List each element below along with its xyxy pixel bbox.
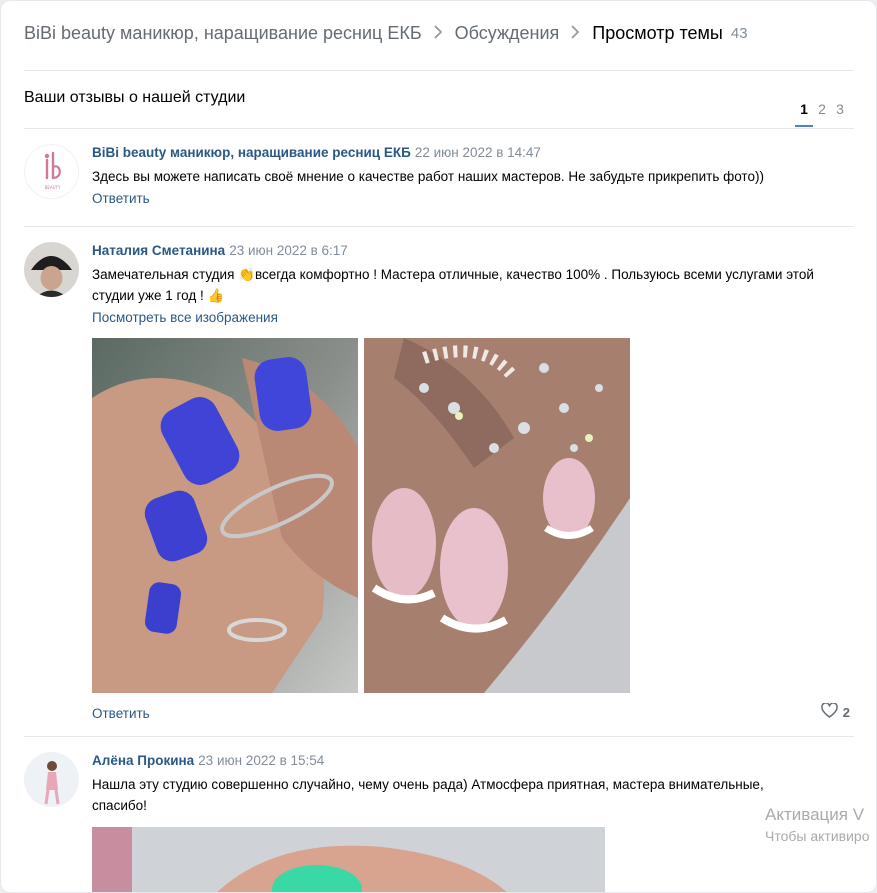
like-count: 2 xyxy=(842,704,850,720)
user-photo-icon xyxy=(24,752,79,807)
photo-blue-nails[interactable] xyxy=(92,338,358,693)
post-body: BiBi beauty маникюр, наращивание ресниц … xyxy=(92,144,854,208)
photo-green-nails[interactable] xyxy=(92,827,605,892)
chevron-right-icon xyxy=(434,23,443,44)
post-header: Наталия Сметанина 23 июн 2022 в 6:17 xyxy=(92,242,854,260)
divider xyxy=(24,226,854,227)
photo-french-nails[interactable] xyxy=(364,338,630,693)
avatar[interactable] xyxy=(24,752,79,807)
avatar[interactable]: BEAUTY xyxy=(24,144,79,199)
discussion-card: BiBi beauty маникюр, наращивание ресниц … xyxy=(0,0,877,893)
like-button[interactable]: 2 xyxy=(821,702,850,721)
post-body: Наталия Сметанина 23 июн 2022 в 6:17 Заме… xyxy=(92,242,854,327)
activation-watermark: Активация V Чтобы активиро xyxy=(765,805,869,844)
post-date[interactable]: 22 июн 2022 в 14:47 xyxy=(415,145,541,160)
breadcrumb-group-link[interactable]: BiBi beauty маникюр, наращивание ресниц … xyxy=(24,23,422,44)
clap-emoji-icon: 👏 xyxy=(238,267,255,282)
divider xyxy=(24,736,854,737)
avatar[interactable] xyxy=(24,242,79,297)
post-body: Алёна Прокина 23 июн 2022 в 15:54 Нашла э… xyxy=(92,752,854,816)
post-text: Нашла эту студию совершенно случайно, че… xyxy=(92,777,764,813)
pagination: 1 2 3 xyxy=(795,101,849,127)
author-link[interactable]: BiBi beauty маникюр, наращивание ресниц … xyxy=(92,145,411,160)
post-text-part: Замечательная студия xyxy=(92,267,239,282)
author-link[interactable]: Алёна Прокина xyxy=(92,753,194,768)
post: BEAUTY BiBi beauty маникюр, наращивание … xyxy=(24,144,854,214)
brand-logo-icon: BEAUTY xyxy=(45,151,61,190)
breadcrumb: BiBi beauty маникюр, наращивание ресниц … xyxy=(24,23,748,44)
post: Наталия Сметанина 23 июн 2022 в 6:17 Заме… xyxy=(24,242,854,722)
heart-icon xyxy=(821,702,838,721)
post: Алёна Прокина 23 июн 2022 в 15:54 Нашла э… xyxy=(24,752,854,892)
page-1-link[interactable]: 1 xyxy=(795,101,813,127)
chevron-right-icon xyxy=(571,23,580,44)
user-photo-icon xyxy=(24,242,79,297)
post-date[interactable]: 23 июн 2022 в 15:54 xyxy=(198,753,324,768)
author-link[interactable]: Наталия Сметанина xyxy=(92,243,225,258)
brand-logo-text: BEAUTY xyxy=(45,185,61,190)
post-date[interactable]: 23 июн 2022 в 6:17 xyxy=(229,243,348,258)
breadcrumb-discussions-link[interactable]: Обсуждения xyxy=(455,23,560,44)
page-2-link[interactable]: 2 xyxy=(813,101,831,127)
post-header: Алёна Прокина 23 июн 2022 в 15:54 xyxy=(92,752,854,770)
page-3-link[interactable]: 3 xyxy=(831,101,849,127)
post-text: Замечательная студия 👏всегда комфортно !… xyxy=(92,264,854,306)
divider xyxy=(24,128,854,129)
page-title: Ваши отзывы о нашей студии xyxy=(24,89,246,106)
view-all-images-link[interactable]: Посмотреть все изображения xyxy=(92,310,278,325)
reply-button[interactable]: Ответить xyxy=(92,706,150,721)
thumbs-up-emoji-icon: 👍 xyxy=(207,288,225,303)
watermark-title: Активация V xyxy=(765,805,865,824)
post-text: Здесь вы можете написать своё мнение о к… xyxy=(92,169,764,184)
divider xyxy=(24,70,854,71)
photo-grid xyxy=(92,338,630,693)
reply-button[interactable]: Ответить xyxy=(92,191,150,206)
topic-post-count: 43 xyxy=(730,25,748,42)
watermark-subtitle: Чтобы активиро xyxy=(765,828,870,844)
breadcrumb-current: Просмотр темы xyxy=(592,23,723,43)
post-header: BiBi beauty маникюр, наращивание ресниц … xyxy=(92,144,854,162)
